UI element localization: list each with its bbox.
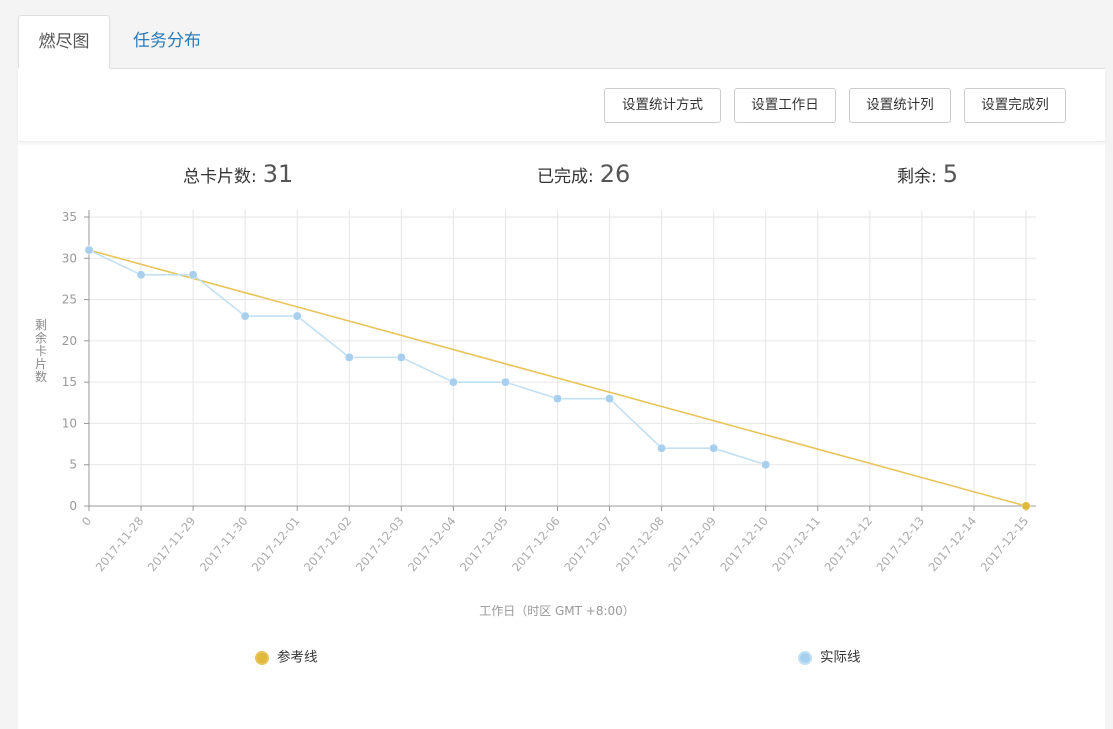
x-tick-label: 2017-11-29 bbox=[145, 514, 199, 574]
data-point bbox=[553, 394, 562, 404]
burndown-chart: 0510152025303502017-11-282017-11-292017-… bbox=[35, 210, 1036, 618]
x-tick-label: 2017-12-08 bbox=[613, 514, 667, 574]
x-tick-label: 2017-12-01 bbox=[249, 514, 303, 574]
y-tick-label: 5 bbox=[69, 458, 77, 472]
data-point bbox=[292, 311, 302, 321]
data-point bbox=[396, 352, 406, 362]
x-tick-label: 2017-12-06 bbox=[509, 514, 563, 574]
x-axis-title: 工作日（时区 GMT +8:00） bbox=[479, 604, 635, 618]
x-tick-label: 2017-12-13 bbox=[873, 514, 927, 574]
legend-reference-marker bbox=[255, 650, 269, 665]
x-tick-label: 0 bbox=[79, 514, 94, 529]
data-point bbox=[605, 394, 615, 404]
data-point bbox=[1021, 501, 1031, 511]
data-point bbox=[657, 443, 667, 453]
legend-actual-line[interactable]: 实际线 bbox=[798, 646, 861, 668]
x-tick-label: 2017-11-28 bbox=[93, 514, 147, 574]
y-tick-label: 30 bbox=[62, 251, 77, 265]
legend-actual-marker bbox=[798, 650, 812, 665]
x-tick-label: 2017-12-14 bbox=[926, 514, 980, 574]
x-tick-label: 2017-12-02 bbox=[301, 514, 355, 574]
y-axis-title: 剩余卡片数 bbox=[35, 318, 47, 384]
x-tick-label: 2017-11-30 bbox=[197, 514, 251, 574]
data-point bbox=[448, 377, 458, 387]
data-point bbox=[761, 460, 771, 470]
y-tick-label: 35 bbox=[62, 210, 77, 224]
data-point bbox=[240, 311, 250, 321]
x-tick-label: 2017-12-07 bbox=[561, 514, 615, 574]
y-tick-label: 20 bbox=[62, 334, 77, 348]
data-point bbox=[136, 270, 146, 280]
y-tick-label: 25 bbox=[62, 293, 77, 307]
data-point bbox=[84, 245, 94, 255]
series-line-1 bbox=[88, 249, 766, 466]
y-tick-label: 10 bbox=[62, 416, 77, 430]
data-point bbox=[188, 270, 198, 280]
x-tick-label: 2017-12-11 bbox=[769, 514, 823, 574]
x-tick-label: 2017-12-15 bbox=[978, 514, 1032, 574]
x-tick-label: 2017-12-03 bbox=[353, 514, 407, 574]
x-tick-label: 2017-12-10 bbox=[717, 514, 771, 574]
x-tick-label: 2017-12-04 bbox=[405, 514, 459, 574]
data-point bbox=[344, 352, 354, 362]
data-point bbox=[709, 443, 719, 453]
data-point bbox=[500, 377, 510, 387]
x-tick-label: 2017-12-05 bbox=[457, 514, 511, 574]
y-tick-label: 0 bbox=[69, 499, 77, 513]
y-tick-label: 15 bbox=[62, 375, 77, 389]
legend-actual-label: 实际线 bbox=[820, 649, 861, 666]
x-tick-label: 2017-12-12 bbox=[821, 514, 875, 574]
tab-burndown[interactable]: 燃尽图 bbox=[18, 15, 110, 69]
x-tick-label: 2017-12-09 bbox=[665, 514, 719, 574]
legend-reference-label: 参考线 bbox=[277, 649, 318, 666]
legend-reference-line[interactable]: 参考线 bbox=[255, 646, 318, 668]
